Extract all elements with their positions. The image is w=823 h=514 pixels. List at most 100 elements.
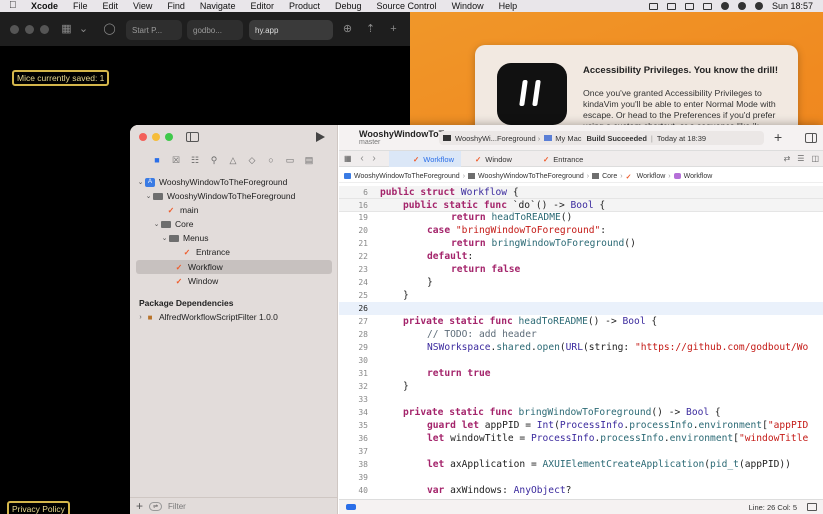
report-icon[interactable]: ▤ [303, 155, 315, 166]
chevron-down-icon[interactable]: ⌄ [77, 23, 90, 36]
code-editor[interactable]: 6 public struct Workflow { 16 public stati… [339, 186, 823, 497]
menu-view[interactable]: View [133, 1, 152, 11]
code-line: 37 [358, 447, 368, 456]
minimize-button[interactable] [152, 133, 160, 141]
breadcrumb-item[interactable]: WooshyWindowToTheForeground [344, 173, 460, 180]
tree-row-group[interactable]: ⌄ Menus [160, 231, 356, 245]
debug-area-toggle-icon[interactable] [807, 503, 817, 511]
test-icon[interactable]: ◇ [246, 155, 258, 166]
status-item-icon[interactable] [648, 2, 658, 10]
new-tab-icon[interactable]: + [387, 23, 400, 36]
editor-options-icon[interactable]: ☰ [797, 154, 804, 163]
share-icon[interactable]: ⇡ [364, 23, 377, 36]
breadcrumb-item[interactable]: WooshyWindowToTheForeground [468, 173, 584, 180]
breadcrumb-item[interactable]: Core [592, 173, 617, 180]
run-button[interactable] [316, 132, 325, 142]
source-control-icon[interactable]: ☒ [170, 155, 182, 166]
filter-options-icon[interactable]: ⇌ [149, 501, 163, 511]
tree-label: Window [188, 276, 219, 286]
browser-tab[interactable]: godbo... [187, 20, 243, 40]
zoom-button[interactable] [165, 133, 173, 141]
folder-icon[interactable]: ■ [151, 155, 163, 166]
wifi-icon[interactable] [720, 2, 729, 10]
destination-selector[interactable]: My Mac [555, 134, 581, 143]
add-icon[interactable]: + [136, 500, 143, 512]
menu-source-control[interactable]: Source Control [377, 1, 437, 11]
breadcrumb-item[interactable]: Workflow [673, 173, 712, 180]
tree-row-group[interactable]: ⌄ WooshyWindowToTheForeground [144, 189, 340, 203]
breadcrumb-item[interactable]: ✓ Workflow [626, 173, 666, 182]
inspector-toggle-icon[interactable] [805, 133, 817, 143]
tree-row-file[interactable]: ✓ Window [174, 274, 332, 288]
status-item-icon[interactable] [684, 2, 694, 10]
tree-row-group[interactable]: ⌄ Core [152, 217, 348, 231]
tree-row-package[interactable]: › ■ AlfredWorkflowScriptFilter 1.0.0 [136, 310, 332, 324]
code-line: 29 NSWorkspace.shared.open(URL(string: "h… [358, 342, 809, 353]
battery-icon[interactable] [702, 2, 712, 10]
control-center-icon[interactable] [754, 2, 763, 10]
chevron-down-icon[interactable]: ⌄ [144, 192, 153, 200]
browser-tab[interactable]: Start P... [126, 20, 182, 40]
code-line: 36 let windowTitle = ProcessInfo.processI… [358, 433, 809, 444]
grid-icon[interactable]: ▦ [344, 154, 356, 163]
forward-arrow-icon[interactable]: › [368, 153, 380, 164]
filter-input[interactable]: Filter [168, 502, 186, 511]
chevron-right-icon: › [668, 172, 671, 180]
status-item-icon[interactable] [666, 2, 676, 10]
back-arrow-icon[interactable]: ‹ [356, 153, 368, 164]
code-line: 21 return bringWindowToForeground() [358, 238, 636, 249]
tree-row-file-selected[interactable]: ✓ Workflow [136, 260, 332, 274]
sidebar-toggle-icon[interactable] [186, 132, 199, 142]
chevron-right-icon[interactable]: › [136, 314, 145, 321]
menu-debug[interactable]: Debug [335, 1, 362, 11]
tree-label: WooshyWindowToTheForeground [167, 191, 296, 201]
chevron-down-icon[interactable]: ⌄ [136, 178, 145, 186]
tab-window[interactable]: ✓ Window [463, 151, 537, 167]
menu-clock[interactable]: Sun 18:57 [772, 1, 813, 11]
code-line: 22 default: [358, 251, 474, 262]
menu-window[interactable]: Window [452, 1, 484, 11]
build-time: Today at 18:39 [656, 133, 707, 143]
tree-row-file[interactable]: ✓ Entrance [182, 245, 332, 259]
menu-help[interactable]: Help [499, 1, 518, 11]
related-items-icon[interactable]: ⇄ [784, 154, 791, 163]
menu-product[interactable]: Product [289, 1, 320, 11]
tree-row-project[interactable]: ⌄ A WooshyWindowToTheForeground [136, 175, 332, 189]
menu-navigate[interactable]: Navigate [200, 1, 236, 11]
apple-icon[interactable]:  [9, 1, 21, 11]
menu-file[interactable]: File [73, 1, 88, 11]
breakpoints-toggle-icon[interactable] [346, 504, 356, 510]
close-button[interactable] [139, 133, 147, 141]
search-icon[interactable]: ⚲ [208, 155, 220, 166]
menu-edit[interactable]: Edit [103, 1, 119, 11]
split-editor-icon[interactable]: ◫ [811, 154, 819, 163]
shield-icon[interactable]: ◯ [103, 23, 116, 36]
tab-entrance[interactable]: ✓ Entrance [529, 151, 609, 167]
menu-find[interactable]: Find [167, 1, 185, 11]
browser-titlebar: ▦ ⌄ ◯ Start P... godbo... hy.app ⊕ ⇡ + [0, 12, 410, 46]
menu-editor[interactable]: Editor [250, 1, 274, 11]
chevron-down-icon[interactable]: ⌄ [152, 220, 161, 228]
symbol-icon[interactable]: ☷ [189, 155, 201, 166]
search-icon[interactable] [737, 2, 746, 10]
close-button[interactable] [10, 24, 19, 34]
chevron-down-icon[interactable]: ⌄ [160, 234, 169, 242]
branch-name[interactable]: master [359, 139, 380, 146]
library-add-icon[interactable]: + [774, 129, 782, 145]
browser-tab-active[interactable]: hy.app [249, 20, 333, 40]
privacy-policy-link[interactable]: Privacy Policy [7, 501, 70, 514]
minimize-button[interactable] [25, 24, 34, 34]
scheme-selector[interactable]: WooshyWi...Foreground [455, 134, 536, 143]
code-line-current: 26 [339, 302, 823, 315]
zoom-button[interactable] [40, 24, 49, 34]
sidebar-icon[interactable]: ▦ [60, 23, 73, 36]
download-icon[interactable]: ⊕ [341, 23, 354, 36]
code-line: 38 let axApplication = AXUIElementCreateA… [358, 459, 791, 470]
debug-icon[interactable]: ○ [265, 155, 277, 166]
breakpoint-icon[interactable]: ▭ [284, 155, 296, 166]
code-line: 39 [358, 473, 368, 482]
warning-icon[interactable]: △ [227, 155, 239, 166]
menu-app-name[interactable]: Xcode [31, 1, 58, 11]
tab-workflow[interactable]: ✓ Workflow [389, 151, 461, 167]
tree-row-file[interactable]: ✓ main [166, 203, 362, 217]
